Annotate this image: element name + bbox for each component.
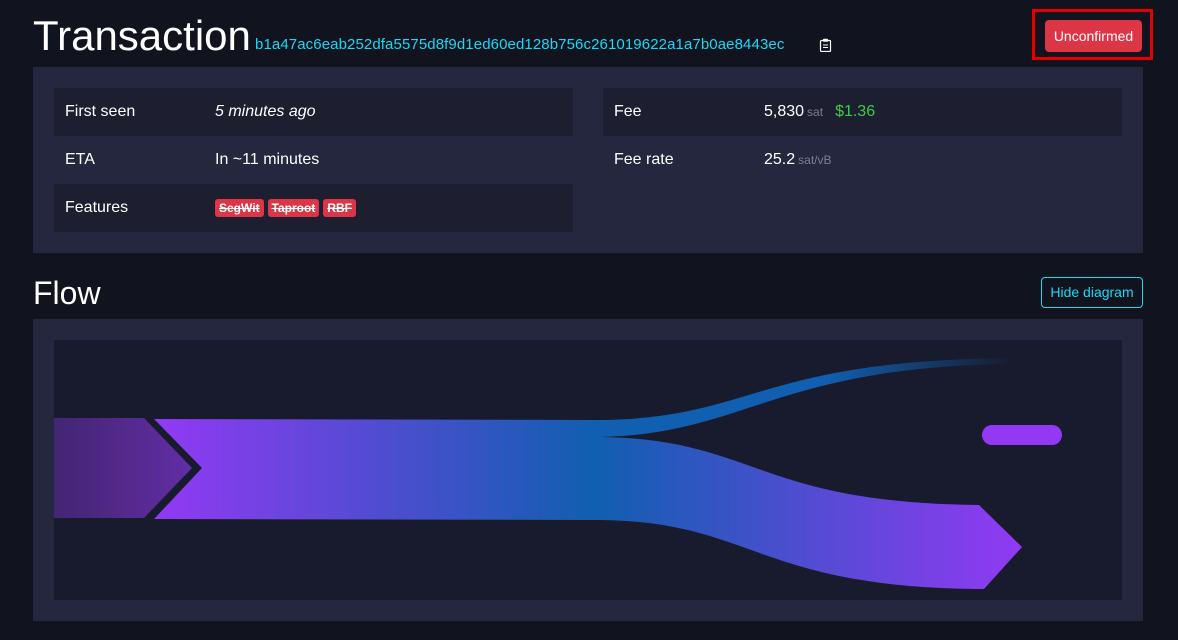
- eta-value: In ~11 minutes: [215, 151, 320, 168]
- detail-label: Features: [65, 199, 129, 216]
- flow-output-top[interactable]: [594, 358, 1014, 437]
- status-badge[interactable]: Unconfirmed: [1045, 20, 1142, 52]
- fee-rate-unit: sat/vB: [798, 153, 832, 167]
- detail-label: Fee: [614, 103, 642, 120]
- flow-diagram: [54, 358, 1062, 589]
- fee-rate-value: 25.2: [764, 151, 796, 168]
- transaction-page: Transaction b1a47ac6eab252dfa5575d8f9d1e…: [0, 0, 1178, 640]
- feature-badges: SegWit Taproot RBF: [215, 199, 360, 217]
- page-title: Transaction: [33, 12, 251, 59]
- detail-row-fee-rate: Fee rate 25.2 sat/vB: [603, 136, 1122, 184]
- detail-row-features: Features SegWit Taproot RBF: [54, 184, 573, 232]
- detail-label: ETA: [65, 151, 95, 168]
- transaction-details: First seen 5 minutes ago ETA In ~11 minu…: [33, 67, 1143, 253]
- feature-badge-segwit: SegWit: [215, 199, 264, 217]
- detail-row-fee: Fee 5,830 sat $1.36: [603, 88, 1122, 136]
- detail-label: First seen: [65, 103, 136, 120]
- flow-output-main[interactable]: [594, 437, 1022, 589]
- fee-value-group: 5,830 sat $1.36: [764, 88, 875, 136]
- hide-diagram-button[interactable]: Hide diagram: [1041, 277, 1143, 308]
- fee-unit: sat: [807, 105, 824, 119]
- fee-rate-value-group: 25.2 sat/vB: [764, 136, 832, 184]
- feature-badge-taproot: Taproot: [267, 199, 320, 217]
- detail-row-eta: ETA In ~11 minutes: [54, 136, 573, 184]
- flow-diagram-panel: [33, 319, 1143, 621]
- detail-label: Fee rate: [614, 151, 674, 168]
- detail-row-first-seen: First seen 5 minutes ago: [54, 88, 573, 136]
- flow-diagram-canvas: [54, 340, 1122, 600]
- flow-fee-marker[interactable]: [982, 425, 1062, 445]
- flow-title: Flow: [33, 275, 101, 311]
- fee-value: 5,830: [764, 103, 805, 120]
- feature-badge-rbf: RBF: [323, 199, 357, 217]
- flow-trunk: [154, 419, 594, 520]
- clipboard-icon[interactable]: [819, 38, 832, 52]
- txid-link[interactable]: b1a47ac6eab252dfa5575d8f9d1ed60ed128b756…: [255, 36, 784, 53]
- fee-usd-value: $1.36: [835, 103, 876, 120]
- first-seen-value: 5 minutes ago: [215, 103, 316, 120]
